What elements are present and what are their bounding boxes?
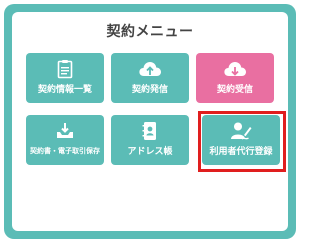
contract-storage-button[interactable]: 契約書・電子取引保存 [26,115,104,165]
highlight-box [198,111,286,172]
contract-list-label: 契約情報一覧 [37,85,92,95]
address-book-icon [111,121,189,141]
contract-receive-button[interactable]: 契約受信 [196,53,274,103]
contract-receive-label: 契約受信 [216,85,253,95]
contract-send-label: 契約発信 [131,85,168,95]
cloud-download-icon [196,59,274,79]
contract-list-button[interactable]: 契約情報一覧 [26,53,104,103]
menu-frame: 契約メニュー 契約情報一覧 契約発信 契約受信 契約書・電子取引保存 アドレス帳… [4,4,296,239]
document-list-icon [26,59,104,79]
menu-panel: 契約メニュー 契約情報一覧 契約発信 契約受信 契約書・電子取引保存 アドレス帳… [12,12,288,231]
address-book-button[interactable]: アドレス帳 [111,115,189,165]
contract-storage-label: 契約書・電子取引保存 [30,147,100,155]
cloud-upload-icon [111,59,189,79]
contract-send-button[interactable]: 契約発信 [111,53,189,103]
menu-title: 契約メニュー [106,24,194,40]
address-book-label: アドレス帳 [127,147,173,157]
tray-download-icon [26,121,104,141]
